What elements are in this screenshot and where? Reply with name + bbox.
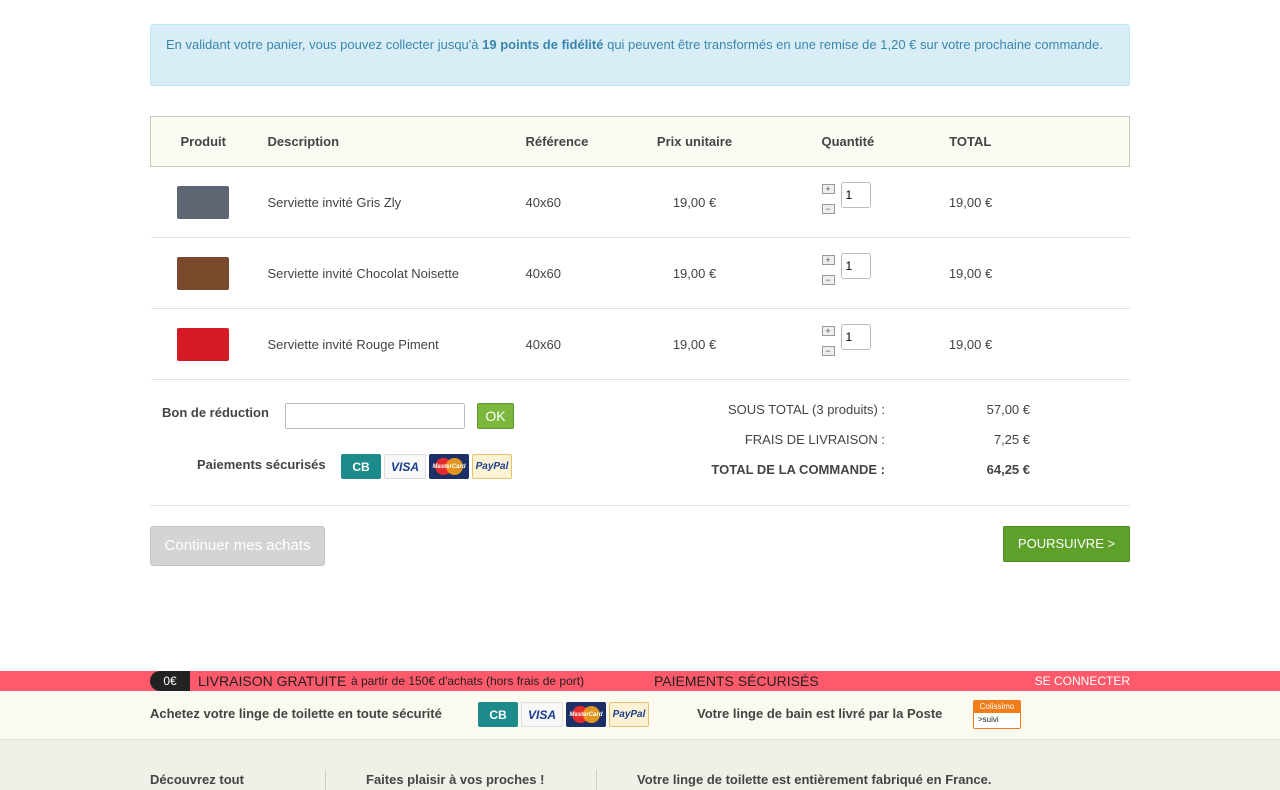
product-thumbnail[interactable] [177, 256, 229, 290]
cart-row: Serviette invité Rouge Piment 40x60 19,0… [150, 309, 1130, 380]
trust-strip: Achetez votre linge de toilette en toute… [0, 691, 1280, 740]
payment-logos: CB VISA MasterCard PayPal [341, 454, 512, 479]
subtotal-value: 57,00 € [986, 402, 1030, 417]
continue-shopping-button[interactable]: Continuer mes achats [150, 526, 325, 566]
cart-footer: Bon de réduction OK Paiements sécurisés … [150, 378, 1130, 506]
strip-payment-logos: CB VISA MasterCard PayPal [478, 702, 649, 727]
cart-table-header: Produit Description Référence Prix unita… [150, 116, 1130, 167]
loyalty-notice: En validant votre panier, vous pouvez co… [150, 24, 1130, 86]
quantity-input[interactable] [840, 182, 871, 208]
product-unit-price: 19,00 € [672, 336, 717, 352]
product-thumbnail[interactable] [177, 185, 229, 219]
qty-minus-button[interactable]: − [821, 275, 835, 285]
cart-row: Serviette invité Gris Zly 40x60 19,00 € … [150, 167, 1130, 238]
coupon-input[interactable] [285, 403, 465, 429]
qty-plus-button[interactable]: + [821, 255, 835, 265]
product-description[interactable]: Serviette invité Gris Zly [256, 167, 510, 238]
quantity-input[interactable] [840, 253, 871, 279]
loyalty-notice-suffix: qui peuvent être transformés en une remi… [603, 37, 1103, 52]
visa-logo: VISA [384, 454, 426, 479]
mastercard-logo: MasterCard [566, 702, 606, 727]
coupon-label: Bon de réduction [162, 405, 269, 420]
product-reference: 40x60 [525, 194, 561, 210]
footer-col-discover[interactable]: Découvrez tout [150, 772, 244, 787]
secure-payments-banner: PAIEMENTS SÉCURISÉS [654, 673, 819, 689]
colissimo-logo: Colissimo >suivi [973, 700, 1021, 729]
quantity-stepper: + − [821, 182, 912, 222]
free-shipping-badge: 0€ [150, 671, 190, 691]
product-description[interactable]: Serviette invité Chocolat Noisette [256, 238, 510, 309]
subtotal-label: SOUS TOTAL (3 produits) : [727, 402, 885, 417]
free-delivery-detail: à partir de 150€ d'achats (hors frais de… [351, 674, 585, 688]
quantity-stepper: + − [821, 253, 912, 293]
footer-col-gifts[interactable]: Faites plaisir à vos proches ! [366, 772, 544, 787]
mastercard-logo: MasterCard [429, 454, 469, 479]
order-total-label: TOTAL DE LA COMMANDE : [711, 462, 885, 477]
header-total: TOTAL [949, 134, 992, 149]
qty-plus-button[interactable]: + [821, 326, 835, 336]
header-quantity: Quantité [821, 134, 875, 149]
secure-payments-label: Paiements sécurisés [197, 457, 326, 472]
qty-plus-button[interactable]: + [821, 184, 835, 194]
cart-row: Serviette invité Chocolat Noisette 40x60… [150, 238, 1130, 309]
login-link[interactable]: SE CONNECTER [1035, 671, 1130, 691]
product-total: 19,00 € [948, 265, 993, 281]
product-unit-price: 19,00 € [672, 194, 717, 210]
shipping-label: FRAIS DE LIVRAISON : [744, 432, 885, 447]
loyalty-points: 19 points de fidélité [482, 37, 604, 52]
product-unit-price: 19,00 € [672, 265, 717, 281]
header-description: Description [267, 134, 340, 149]
product-reference: 40x60 [525, 265, 561, 281]
cb-logo: CB [341, 454, 381, 479]
loyalty-notice-prefix: En validant votre panier, vous pouvez co… [166, 37, 483, 52]
delivered-by-text: Votre linge de bain est livré par la Pos… [697, 706, 943, 721]
product-thumbnail[interactable] [177, 327, 229, 361]
proceed-button[interactable]: POURSUIVRE > [1003, 526, 1130, 562]
promo-band: 0€ LIVRAISON GRATUITE à partir de 150€ d… [0, 671, 1280, 691]
product-total: 19,00 € [948, 336, 993, 352]
footer: Découvrez tout Faites plaisir à vos proc… [0, 740, 1280, 790]
buy-safely-text: Achetez votre linge de toilette en toute… [150, 706, 442, 721]
order-total-value: 64,25 € [986, 462, 1030, 477]
product-reference: 40x60 [525, 336, 561, 352]
product-total: 19,00 € [948, 194, 993, 210]
footer-col-made-in-france: Votre linge de toilette est entièrement … [637, 772, 992, 787]
header-product: Produit [180, 134, 227, 149]
header-reference: Référence [525, 134, 589, 149]
product-description[interactable]: Serviette invité Rouge Piment [256, 309, 510, 380]
quantity-input[interactable] [840, 324, 871, 350]
qty-minus-button[interactable]: − [821, 204, 835, 214]
coupon-ok-button[interactable]: OK [477, 403, 514, 429]
shipping-value: 7,25 € [993, 432, 1030, 447]
cart-table: Produit Description Référence Prix unita… [150, 116, 1130, 380]
paypal-logo: PayPal [609, 702, 649, 727]
free-delivery-title: LIVRAISON GRATUITE [198, 673, 347, 689]
quantity-stepper: + − [821, 324, 912, 364]
paypal-logo: PayPal [472, 454, 512, 479]
visa-logo: VISA [521, 702, 563, 727]
cb-logo: CB [478, 702, 518, 727]
header-unit-price: Prix unitaire [656, 134, 733, 149]
qty-minus-button[interactable]: − [821, 346, 835, 356]
